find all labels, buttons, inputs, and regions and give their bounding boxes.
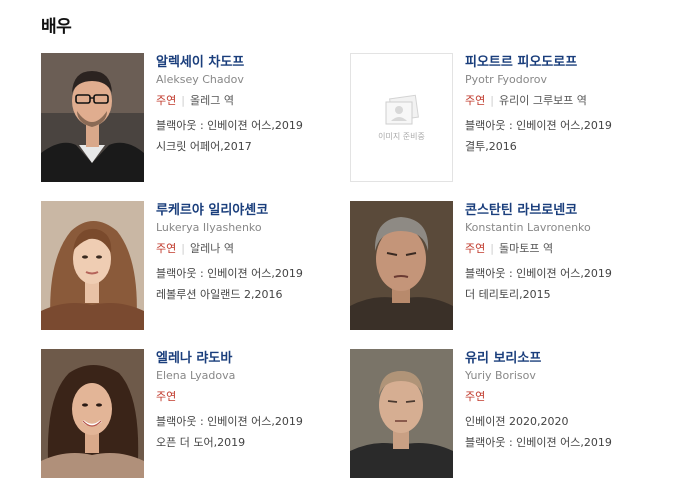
separator: | — [181, 242, 185, 255]
filmography-item[interactable]: 더 테리토리,2015 — [465, 288, 670, 302]
image-placeholder-icon — [385, 94, 419, 125]
actor-photo[interactable] — [350, 349, 453, 478]
role-badge: 주연 — [465, 390, 486, 403]
actor-english-name: Elena Lyadova — [156, 369, 236, 382]
filmography-item[interactable]: 블랙아웃 : 인베이젼 어스,2019 — [465, 119, 670, 133]
actor-card-4: 콘스탄틴 라브로넨코 Konstantin Lavronenko 주연 | 돌마토프… — [350, 201, 670, 333]
filmography-item[interactable]: 블랙아웃 : 인베이젼 어스,2019 — [156, 415, 361, 429]
character-name: 알레나 역 — [189, 242, 234, 255]
filmography-item[interactable]: 블랙아웃 : 인베이젼 어스,2019 — [465, 436, 670, 450]
character-name: 올레그 역 — [189, 94, 234, 107]
actor-english-name: Aleksey Chadov — [156, 73, 244, 86]
placeholder-text: 이미지 준비중 — [378, 132, 425, 141]
actor-card-5: 엘레나 랴도바 Elena Lyadova 주연 블랙아웃 : 인베이젼 어스,… — [41, 349, 361, 481]
filmography-item[interactable]: 블랙아웃 : 인베이젼 어스,2019 — [156, 267, 361, 281]
separator: | — [181, 94, 185, 107]
character-name: 돌마토프 역 — [498, 242, 554, 255]
filmography-item[interactable]: 결투,2016 — [465, 140, 670, 154]
actor-name[interactable]: 엘레나 랴도바 — [156, 351, 361, 366]
role-badge: 주연 — [156, 94, 177, 107]
role-badge: 주연 — [156, 390, 177, 403]
filmography-item[interactable]: 블랙아웃 : 인베이젼 어스,2019 — [156, 119, 361, 133]
role-line: 주연 | 알레나 역 — [156, 242, 361, 256]
role-line: 주연 | 돌마토프 역 — [465, 242, 670, 256]
actor-name[interactable]: 유리 보리소프 — [465, 351, 670, 366]
actor-photo[interactable] — [41, 53, 144, 182]
filmography-item[interactable]: 레볼루션 아일랜드 2,2016 — [156, 288, 361, 302]
actor-card-6: 유리 보리소프 Yuriy Borisov 주연 인베이젼 2020,2020 … — [350, 349, 670, 481]
section-title: 배우 — [41, 17, 72, 37]
actor-name[interactable]: 알렉세이 차도프 — [156, 55, 361, 70]
character-name: 유리이 그루보프 역 — [498, 94, 587, 107]
actor-card-3: 루케르야 일리야셴코 Lukerya Ilyashenko 주연 | 알레나 역 블… — [41, 201, 361, 333]
actor-photo[interactable] — [41, 201, 144, 330]
actor-photo-placeholder: 이미지 준비중 — [350, 53, 453, 182]
filmography-item[interactable]: 블랙아웃 : 인베이젼 어스,2019 — [465, 267, 670, 281]
actor-name[interactable]: 피오트르 피오도로프 — [465, 55, 670, 70]
actor-photo[interactable] — [41, 349, 144, 478]
role-line: 주연 — [156, 390, 361, 404]
actor-english-name: Lukerya Ilyashenko — [156, 221, 262, 234]
actor-card-2: 이미지 준비중 피오트르 피오도로프 Pyotr Fyodorov 주연 | 유리이… — [350, 53, 670, 185]
role-badge: 주연 — [156, 242, 177, 255]
actor-english-name: Yuriy Borisov — [465, 369, 536, 382]
role-badge: 주연 — [465, 94, 486, 107]
role-line: 주연 | 유리이 그루보프 역 — [465, 94, 670, 108]
separator: | — [490, 242, 494, 255]
actor-name[interactable]: 루케르야 일리야셴코 — [156, 203, 361, 218]
role-line: 주연 — [465, 390, 670, 404]
actor-card-1: 알렉세이 차도프 Aleksey Chadov 주연 | 올레그 역 블랙아웃 : … — [41, 53, 361, 185]
actor-english-name: Konstantin Lavronenko — [465, 221, 591, 234]
actor-english-name: Pyotr Fyodorov — [465, 73, 547, 86]
role-badge: 주연 — [465, 242, 486, 255]
filmography-item[interactable]: 오픈 더 도어,2019 — [156, 436, 361, 450]
actor-photo[interactable] — [350, 201, 453, 330]
filmography-item[interactable]: 인베이젼 2020,2020 — [465, 415, 670, 429]
filmography-item[interactable]: 시크릿 어페어,2017 — [156, 140, 361, 154]
separator: | — [490, 94, 494, 107]
role-line: 주연 | 올레그 역 — [156, 94, 361, 108]
actor-name[interactable]: 콘스탄틴 라브로넨코 — [465, 203, 670, 218]
